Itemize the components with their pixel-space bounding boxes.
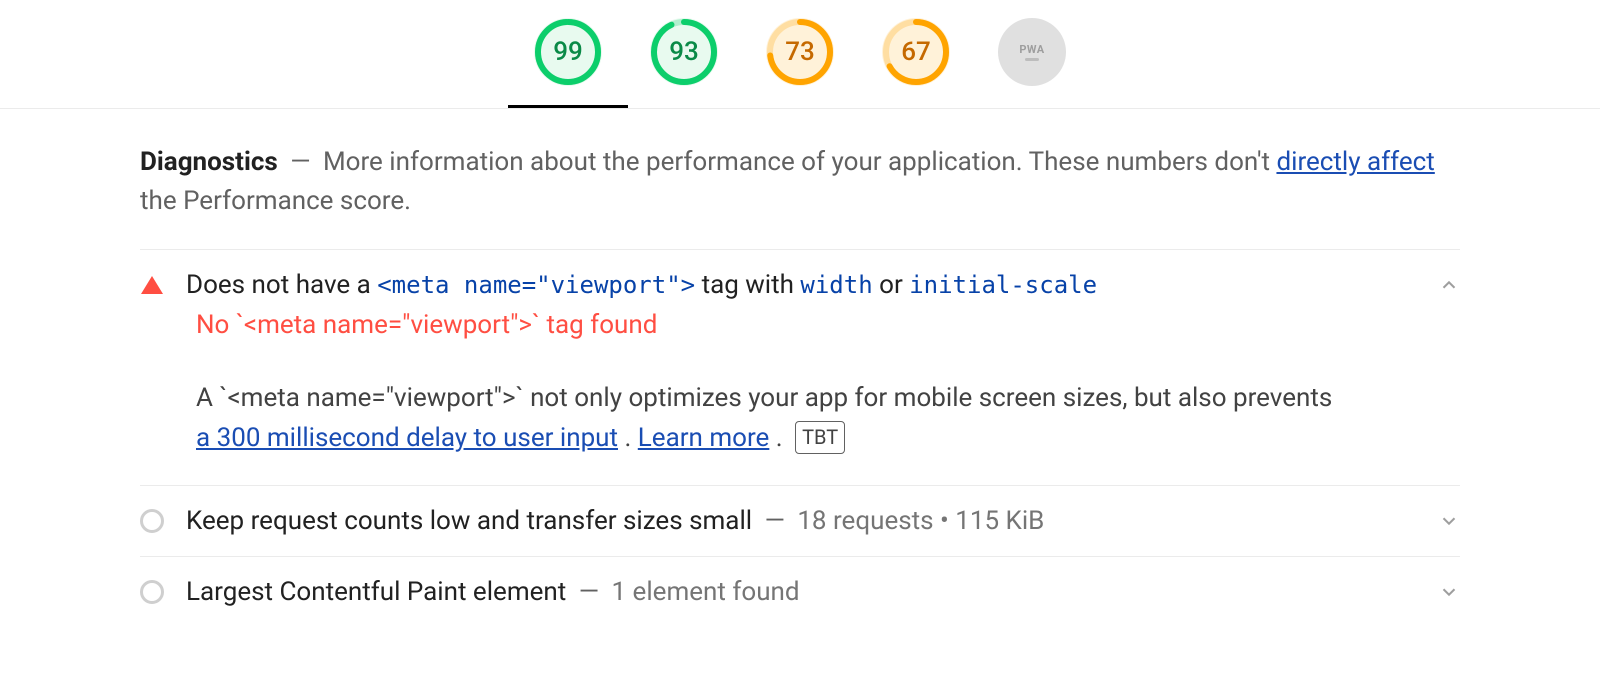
diagnostics-link-directly-affect[interactable]: directly affect [1276,147,1434,177]
audit-subtitle-viewport: No `<meta name="viewport">` tag found [196,310,1460,340]
audit-row-viewport[interactable]: Does not have a <meta name="viewport"> t… [140,270,1460,300]
text: Does not have a [186,270,377,300]
link-learn-more[interactable]: Learn more [638,423,770,453]
score-tab-accessibility[interactable]: 93 [650,18,718,86]
audit-row-request-counts[interactable]: Keep request counts low and transfer siz… [140,506,1460,536]
audit-description-viewport: A `<meta name="viewport">` not only opti… [196,378,1346,459]
active-tab-indicator [508,105,628,108]
chevron-up-icon [1438,274,1460,296]
diagnostics-blurb-after: the Performance score. [140,186,411,216]
link-300ms-delay[interactable]: a 300 millisecond delay to user input [196,423,618,453]
audit-row-lcp-element[interactable]: Largest Contentful Paint element — 1 ele… [140,577,1460,607]
separator-dash: — [765,506,792,536]
audit-title-lcp-element: Largest Contentful Paint element — 1 ele… [186,577,1416,607]
audit-lcp-element: Largest Contentful Paint element — 1 ele… [140,557,1460,627]
audit-summary: 1 element found [611,577,799,607]
chevron-down-icon [1438,581,1460,603]
chevron-down-icon [1438,510,1460,532]
code-meta-viewport: <meta name="viewport"> [377,271,695,299]
separator-dash: — [579,577,606,607]
score-tab-performance[interactable]: 99 [534,18,602,86]
text: Keep request counts low and transfer siz… [186,506,752,536]
audit-title-request-counts: Keep request counts low and transfer siz… [186,506,1416,536]
text: A `<meta name="viewport">` not only opti… [196,383,1332,413]
code-initial-scale: initial-scale [909,271,1097,299]
audit-summary: 18 requests • 115 KiB [797,506,1044,536]
code-width: width [800,271,872,299]
score-tabs: 99 93 73 67 PWA [0,0,1600,109]
score-tab-seo[interactable]: 67 [882,18,950,86]
diagnostics-heading: Diagnostics — More information about the… [140,143,1460,221]
text: or [879,270,909,300]
text: Largest Contentful Paint element [186,577,566,607]
text: tag with [702,270,801,300]
audit-request-counts: Keep request counts low and transfer siz… [140,486,1460,557]
score-tab-pwa[interactable]: PWA [998,18,1066,86]
text: . [624,423,637,453]
pwa-dash-icon [1025,58,1039,61]
status-info-icon [140,509,164,533]
pwa-label: PWA [1019,43,1044,56]
text: . [776,423,789,453]
badge-tbt: TBT [795,421,845,454]
diagnostics-blurb-before: More information about the performance o… [323,147,1277,177]
diagnostics-title: Diagnostics [140,147,278,177]
status-fail-icon [140,276,164,294]
audit-viewport: Does not have a <meta name="viewport"> t… [140,250,1460,486]
separator-dash: — [290,147,310,177]
audit-title-viewport: Does not have a <meta name="viewport"> t… [186,270,1416,300]
score-tab-best-practices[interactable]: 73 [766,18,834,86]
status-info-icon [140,580,164,604]
